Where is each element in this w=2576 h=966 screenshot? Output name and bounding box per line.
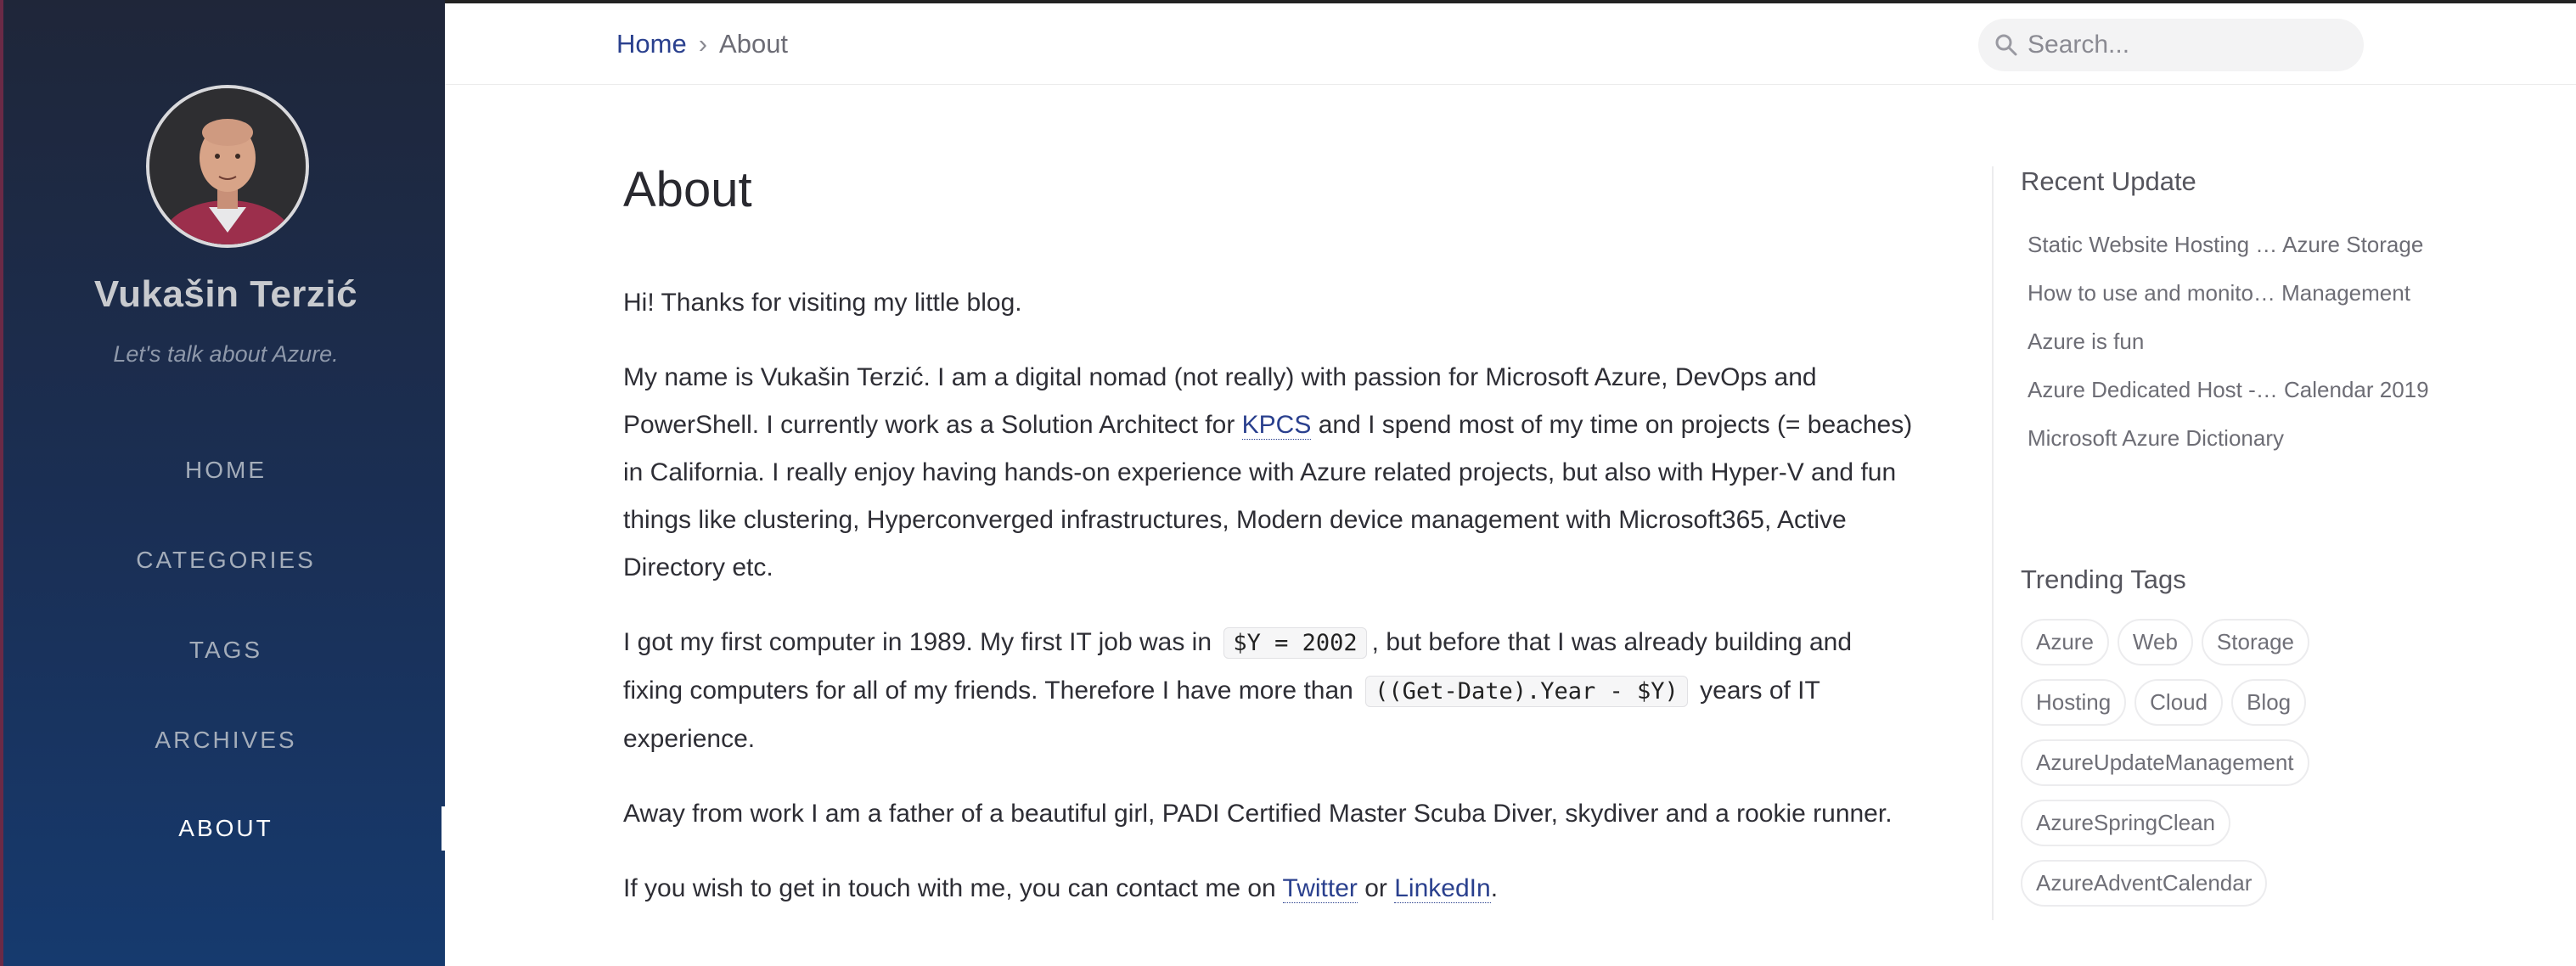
tag-azureadventcalendar[interactable]: AzureAdventCalendar [2021, 860, 2268, 907]
recent-post-link[interactable]: Azure Dedicated Host -… Calendar 2019 [2028, 366, 2433, 414]
nav-item-archives[interactable]: ARCHIVES [3, 706, 448, 774]
nav-item-categories[interactable]: CATEGORIES [3, 526, 448, 594]
breadcrumb-separator: › [698, 29, 708, 59]
nav-item-about[interactable]: ABOUT [3, 795, 448, 862]
search-input[interactable] [2028, 25, 2350, 65]
site-title[interactable]: Vukašin Terzić [3, 273, 448, 316]
code-year-var: $Y = 2002 [1223, 627, 1367, 659]
personal-paragraph: Away from work I am a father of a beauti… [623, 800, 1893, 828]
tag-cloud[interactable]: Cloud [2134, 679, 2224, 726]
tag-web[interactable]: Web [2117, 619, 2193, 666]
avatar-photo [149, 88, 306, 244]
tag-azureupdatemanagement[interactable]: AzureUpdateManagement [2021, 739, 2309, 786]
tag-azure[interactable]: Azure [2021, 619, 2109, 666]
code-years-expr: ((Get-Date).Year - $Y) [1365, 676, 1688, 707]
kpcs-link[interactable]: KPCS [1241, 411, 1312, 440]
history-paragraph: I got my first computer in 1989. My firs… [623, 619, 1914, 763]
avatar[interactable] [146, 85, 309, 248]
tag-storage[interactable]: Storage [2201, 619, 2309, 666]
tag-blog[interactable]: Blog [2231, 679, 2307, 726]
recent-update-heading: Recent Update [2021, 166, 2196, 196]
linkedin-link[interactable]: LinkedIn [1394, 874, 1491, 903]
contact-text-1: If you wish to get in touch with me, you… [623, 874, 1283, 902]
site-subtitle: Let's talk about Azure. [113, 341, 339, 367]
recent-post-link[interactable]: Azure is fun [2028, 317, 2433, 366]
search-box[interactable] [1978, 19, 2364, 71]
recent-post-link[interactable]: How to use and monito… Management [2028, 269, 2433, 317]
contact-paragraph: If you wish to get in touch with me, you… [623, 865, 1914, 913]
trending-tags-heading: Trending Tags [2021, 564, 2186, 594]
nav-item-tags[interactable]: TAGS [3, 616, 448, 684]
breadcrumb: Home › About [616, 29, 788, 59]
tag-azurespringclean[interactable]: AzureSpringClean [2021, 800, 2231, 846]
search-icon [1995, 34, 2017, 56]
page-title: About [623, 162, 752, 217]
nav-active-indicator [442, 806, 448, 851]
recent-update-list: Static Website Hosting … Azure Storage H… [2028, 221, 2433, 463]
history-text-1: I got my first computer in 1989. My firs… [623, 628, 1219, 656]
topbar: Home › About [445, 0, 2576, 85]
sidebar: Vukašin Terzić Let's talk about Azure. H… [0, 0, 448, 966]
recent-post-link[interactable]: Static Website Hosting … Azure Storage [2028, 221, 2433, 269]
contact-text-3: . [1490, 874, 1499, 902]
right-panel: Recent Update Static Website Hosting … A… [1992, 166, 2433, 920]
intro-paragraph: Hi! Thanks for visiting my little blog. [623, 289, 1022, 317]
main-content: About Hi! Thanks for visiting my little … [623, 161, 1914, 940]
bio-paragraph: My name is Vukašin Terzić. I am a digita… [623, 354, 1914, 592]
tag-hosting[interactable]: Hosting [2021, 679, 2127, 726]
recent-post-link[interactable]: Microsoft Azure Dictionary [2028, 414, 2433, 463]
contact-text-2: or [1357, 874, 1395, 902]
nav-item-home[interactable]: HOME [3, 436, 448, 504]
breadcrumb-current: About [719, 29, 789, 59]
twitter-link[interactable]: Twitter [1282, 874, 1358, 903]
trending-tags-list: Azure Web Storage Hosting Cloud Blog AzureUp… [2021, 619, 2420, 920]
breadcrumb-home-link[interactable]: Home [616, 29, 687, 59]
